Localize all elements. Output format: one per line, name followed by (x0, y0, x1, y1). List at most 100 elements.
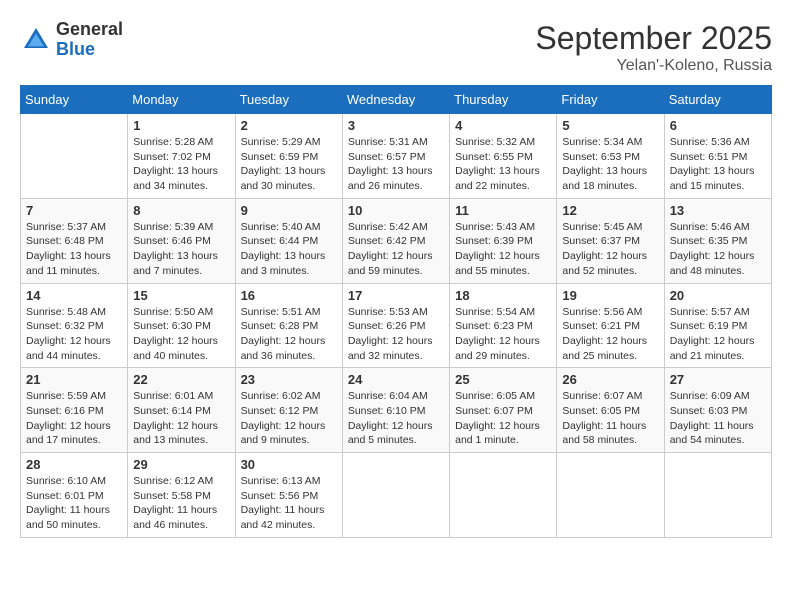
day-info: Sunrise: 5:43 AMSunset: 6:39 PMDaylight:… (455, 220, 551, 279)
calendar-cell (664, 453, 771, 538)
calendar-cell: 23 Sunrise: 6:02 AMSunset: 6:12 PMDayligh… (235, 368, 342, 453)
calendar-cell: 29Sunrise: 6:12 AMSunset: 5:58 PMDayligh… (128, 453, 235, 538)
calendar-cell: 3 Sunrise: 5:31 AMSunset: 6:57 PMDaylight… (342, 114, 449, 199)
day-number: 16 (241, 288, 337, 303)
logo-blue: Blue (56, 39, 95, 59)
calendar-week-row: 28 Sunrise: 6:10 AMSunset: 6:01 PMDayligh… (21, 453, 772, 538)
calendar-cell: 9 Sunrise: 5:40 AMSunset: 6:44 PMDaylight… (235, 198, 342, 283)
day-number: 18 (455, 288, 551, 303)
day-number: 10 (348, 203, 444, 218)
calendar-week-row: 7 Sunrise: 5:37 AMSunset: 6:48 PMDaylight… (21, 198, 772, 283)
calendar-cell: 16 Sunrise: 5:51 AMSunset: 6:28 PMDayligh… (235, 283, 342, 368)
day-number: 14 (26, 288, 122, 303)
day-number: 4 (455, 118, 551, 133)
calendar-week-row: 21 Sunrise: 5:59 AMSunset: 6:16 PMDayligh… (21, 368, 772, 453)
calendar-cell: 24 Sunrise: 6:04 AMSunset: 6:10 PMDayligh… (342, 368, 449, 453)
calendar-cell: 17 Sunrise: 5:53 AMSunset: 6:26 PMDayligh… (342, 283, 449, 368)
day-info: Sunrise: 5:53 AMSunset: 6:26 PMDaylight:… (348, 305, 444, 364)
day-info: Sunrise: 5:56 AMSunset: 6:21 PMDaylight:… (562, 305, 658, 364)
day-info: Sunrise: 5:37 AMSunset: 6:48 PMDaylight:… (26, 220, 122, 279)
weekday-header: Monday (128, 86, 235, 114)
day-info: Sunrise: 6:10 AMSunset: 6:01 PMDaylight:… (26, 474, 122, 533)
day-number: 9 (241, 203, 337, 218)
day-number: 3 (348, 118, 444, 133)
calendar-cell: 25 Sunrise: 6:05 AMSunset: 6:07 PMDayligh… (450, 368, 557, 453)
day-info: Sunrise: 6:05 AMSunset: 6:07 PMDaylight:… (455, 389, 551, 448)
calendar-cell: 12Sunrise: 5:45 AMSunset: 6:37 PMDayligh… (557, 198, 664, 283)
calendar-cell: 7 Sunrise: 5:37 AMSunset: 6:48 PMDaylight… (21, 198, 128, 283)
day-number: 7 (26, 203, 122, 218)
calendar-cell: 21 Sunrise: 5:59 AMSunset: 6:16 PMDayligh… (21, 368, 128, 453)
day-number: 24 (348, 372, 444, 387)
day-info: Sunrise: 5:51 AMSunset: 6:28 PMDaylight:… (241, 305, 337, 364)
day-info: Sunrise: 5:54 AMSunset: 6:23 PMDaylight:… (455, 305, 551, 364)
calendar-cell: 18 Sunrise: 5:54 AMSunset: 6:23 PMDayligh… (450, 283, 557, 368)
calendar-cell (557, 453, 664, 538)
day-number: 22 (133, 372, 229, 387)
day-number: 12 (562, 203, 658, 218)
day-number: 29 (133, 457, 229, 472)
calendar-cell: 10 Sunrise: 5:42 AMSunset: 6:42 PMDayligh… (342, 198, 449, 283)
weekday-header: Wednesday (342, 86, 449, 114)
day-number: 19 (562, 288, 658, 303)
day-number: 27 (670, 372, 766, 387)
calendar-week-row: 1Sunrise: 5:28 AMSunset: 7:02 PMDaylight… (21, 114, 772, 199)
calendar-cell: 13Sunrise: 5:46 AMSunset: 6:35 PMDayligh… (664, 198, 771, 283)
weekday-header: Tuesday (235, 86, 342, 114)
day-number: 26 (562, 372, 658, 387)
calendar-cell: 4 Sunrise: 5:32 AMSunset: 6:55 PMDaylight… (450, 114, 557, 199)
calendar-cell: 5 Sunrise: 5:34 AMSunset: 6:53 PMDaylight… (557, 114, 664, 199)
day-info: Sunrise: 5:36 AMSunset: 6:51 PMDaylight:… (670, 135, 766, 194)
day-info: Sunrise: 5:32 AMSunset: 6:55 PMDaylight:… (455, 135, 551, 194)
weekday-header: Sunday (21, 86, 128, 114)
day-info: Sunrise: 5:40 AMSunset: 6:44 PMDaylight:… (241, 220, 337, 279)
calendar-cell (450, 453, 557, 538)
calendar-cell: 26Sunrise: 6:07 AMSunset: 6:05 PMDayligh… (557, 368, 664, 453)
day-number: 23 (241, 372, 337, 387)
calendar-cell: 14 Sunrise: 5:48 AMSunset: 6:32 PMDayligh… (21, 283, 128, 368)
day-info: Sunrise: 5:59 AMSunset: 6:16 PMDaylight:… (26, 389, 122, 448)
calendar-cell: 30 Sunrise: 6:13 AMSunset: 5:56 PMDayligh… (235, 453, 342, 538)
calendar-cell: 27 Sunrise: 6:09 AMSunset: 6:03 PMDayligh… (664, 368, 771, 453)
day-number: 28 (26, 457, 122, 472)
day-number: 30 (241, 457, 337, 472)
calendar-header-row: SundayMondayTuesdayWednesdayThursdayFrid… (21, 86, 772, 114)
calendar-cell: 6 Sunrise: 5:36 AMSunset: 6:51 PMDaylight… (664, 114, 771, 199)
day-number: 2 (241, 118, 337, 133)
calendar-cell: 22 Sunrise: 6:01 AMSunset: 6:14 PMDayligh… (128, 368, 235, 453)
day-number: 20 (670, 288, 766, 303)
day-info: Sunrise: 5:50 AMSunset: 6:30 PMDaylight:… (133, 305, 229, 364)
day-info: Sunrise: 5:39 AMSunset: 6:46 PMDaylight:… (133, 220, 229, 279)
calendar-cell: 2 Sunrise: 5:29 AMSunset: 6:59 PMDaylight… (235, 114, 342, 199)
day-info: Sunrise: 6:04 AMSunset: 6:10 PMDaylight:… (348, 389, 444, 448)
day-number: 5 (562, 118, 658, 133)
calendar-cell: 8Sunrise: 5:39 AMSunset: 6:46 PMDaylight… (128, 198, 235, 283)
calendar-cell: 15Sunrise: 5:50 AMSunset: 6:30 PMDayligh… (128, 283, 235, 368)
day-info: Sunrise: 6:13 AMSunset: 5:56 PMDaylight:… (241, 474, 337, 533)
day-number: 6 (670, 118, 766, 133)
day-info: Sunrise: 5:29 AMSunset: 6:59 PMDaylight:… (241, 135, 337, 194)
day-info: Sunrise: 5:28 AMSunset: 7:02 PMDaylight:… (133, 135, 229, 194)
day-number: 17 (348, 288, 444, 303)
day-number: 13 (670, 203, 766, 218)
day-info: Sunrise: 6:02 AMSunset: 6:12 PMDaylight:… (241, 389, 337, 448)
calendar-week-row: 14 Sunrise: 5:48 AMSunset: 6:32 PMDayligh… (21, 283, 772, 368)
calendar-cell: 11Sunrise: 5:43 AMSunset: 6:39 PMDayligh… (450, 198, 557, 283)
day-info: Sunrise: 5:48 AMSunset: 6:32 PMDaylight:… (26, 305, 122, 364)
day-number: 21 (26, 372, 122, 387)
day-info: Sunrise: 6:01 AMSunset: 6:14 PMDaylight:… (133, 389, 229, 448)
day-info: Sunrise: 5:31 AMSunset: 6:57 PMDaylight:… (348, 135, 444, 194)
calendar-table: SundayMondayTuesdayWednesdayThursdayFrid… (20, 85, 772, 538)
day-number: 25 (455, 372, 551, 387)
day-info: Sunrise: 6:09 AMSunset: 6:03 PMDaylight:… (670, 389, 766, 448)
day-info: Sunrise: 5:42 AMSunset: 6:42 PMDaylight:… (348, 220, 444, 279)
calendar-cell: 20Sunrise: 5:57 AMSunset: 6:19 PMDayligh… (664, 283, 771, 368)
month-title: September 2025 (535, 20, 772, 57)
weekday-header: Thursday (450, 86, 557, 114)
calendar-cell (21, 114, 128, 199)
logo-general: General (56, 19, 123, 39)
title-block: September 2025 Yelan'-Koleno, Russia (535, 20, 772, 75)
calendar-cell: 19 Sunrise: 5:56 AMSunset: 6:21 PMDayligh… (557, 283, 664, 368)
day-info: Sunrise: 5:34 AMSunset: 6:53 PMDaylight:… (562, 135, 658, 194)
logo: General Blue (20, 20, 123, 60)
